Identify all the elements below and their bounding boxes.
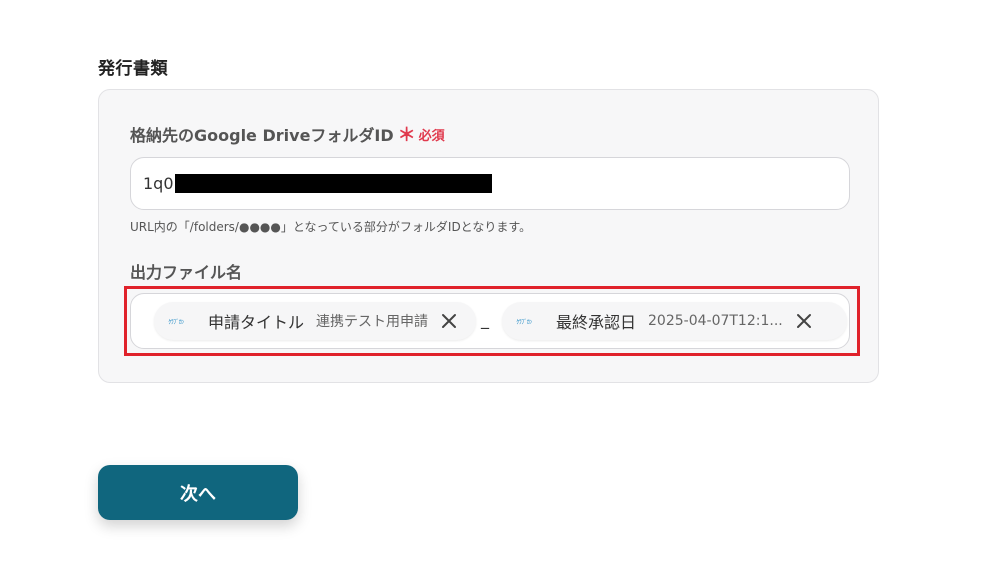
- folder-id-help-text: URL内の「/folders/●●●●」となっている部分がフォルダIDとなります…: [130, 220, 532, 234]
- highlight-annotation: [124, 286, 860, 356]
- section-title: 発行書類: [98, 59, 168, 79]
- required-text: 必須: [418, 128, 445, 144]
- folder-id-value: 1q0: [143, 174, 174, 193]
- folder-id-label: 格納先のGoogle DriveフォルダID: [130, 126, 394, 145]
- folder-id-label-row: 格納先のGoogle DriveフォルダID ＊ 必須: [130, 121, 445, 147]
- required-asterisk: ＊: [397, 125, 416, 146]
- folder-id-input[interactable]: 1q0: [130, 157, 850, 210]
- redaction-bar: [174, 174, 492, 193]
- filename-label: 出力ファイル名: [130, 263, 243, 282]
- next-button[interactable]: 次へ: [98, 465, 298, 520]
